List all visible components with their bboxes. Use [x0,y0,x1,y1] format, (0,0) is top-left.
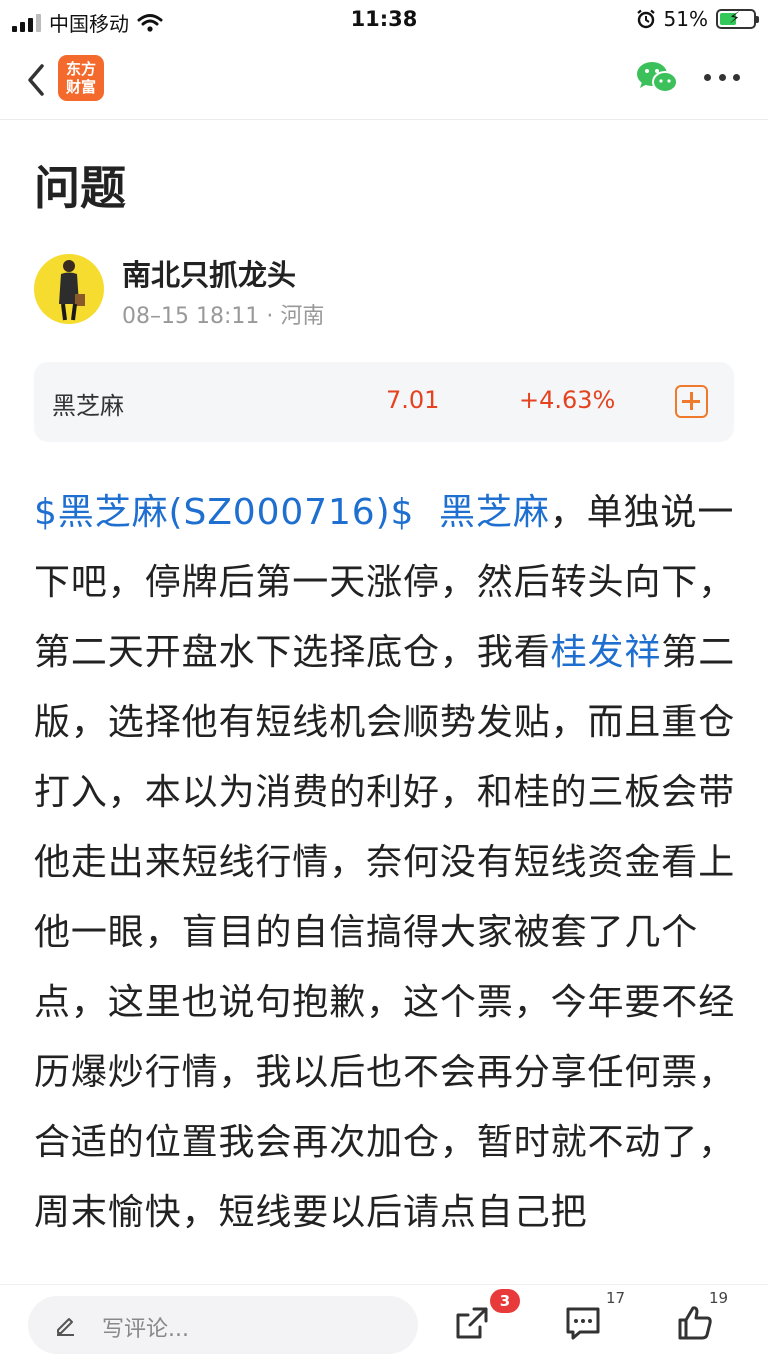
app-logo: 东方 财富 [58,55,104,101]
comment-count: 17 [606,1289,626,1307]
article-text-2: 第二版，选择他有短线机会顺势发贴，而且重仓打入，本以为消费的利好，和桂的三板会带… [34,632,736,1233]
status-bar: 中国移动 11:38 51% ⚡ [0,0,768,40]
more-icon[interactable] [704,74,740,84]
person-link[interactable]: 桂发祥 [551,632,662,673]
post-meta: 08–15 18:11 · 河南 [122,304,325,329]
status-right: 51% ⚡ [636,7,759,31]
back-icon[interactable] [22,60,52,100]
stock-name: 黑芝麻 [52,392,124,420]
battery-percent: 51% [663,7,708,31]
comment-icon[interactable] [563,1303,603,1343]
share-badge: 3 [490,1289,520,1313]
share-icon[interactable] [452,1303,492,1343]
stock-price: 7.01 [386,386,440,414]
avatar[interactable] [34,254,104,324]
stock-card[interactable]: 黑芝麻 7.01 +4.63% [34,362,734,442]
add-to-watchlist-icon[interactable] [675,385,708,418]
wechat-icon[interactable] [636,60,678,96]
battery-icon: ⚡ [716,8,759,29]
stock-name-link[interactable]: 黑芝麻 [439,492,550,533]
stock-link[interactable]: $黑芝麻(SZ000716)$ [34,492,414,533]
article-body: $黑芝麻(SZ000716)$ 黑芝麻，单独说一下吧，停牌后第一天涨停，然后转头… [34,478,738,1284]
page-title: 问题 [34,161,126,215]
avatar-image [59,260,85,321]
thumbs-up-icon[interactable] [675,1303,715,1343]
comment-input[interactable]: 写评论... [28,1296,418,1354]
comment-placeholder: 写评论... [102,1317,189,1342]
bottom-bar: 写评论... 3 17 19 [0,1284,768,1366]
stock-change: +4.63% [519,386,616,414]
author-name[interactable]: 南北只抓龙头 [122,252,296,294]
alarm-icon [636,9,655,29]
pencil-icon [57,1318,74,1336]
like-count: 19 [709,1289,729,1307]
nav-bar: 东方 财富 [0,40,768,120]
